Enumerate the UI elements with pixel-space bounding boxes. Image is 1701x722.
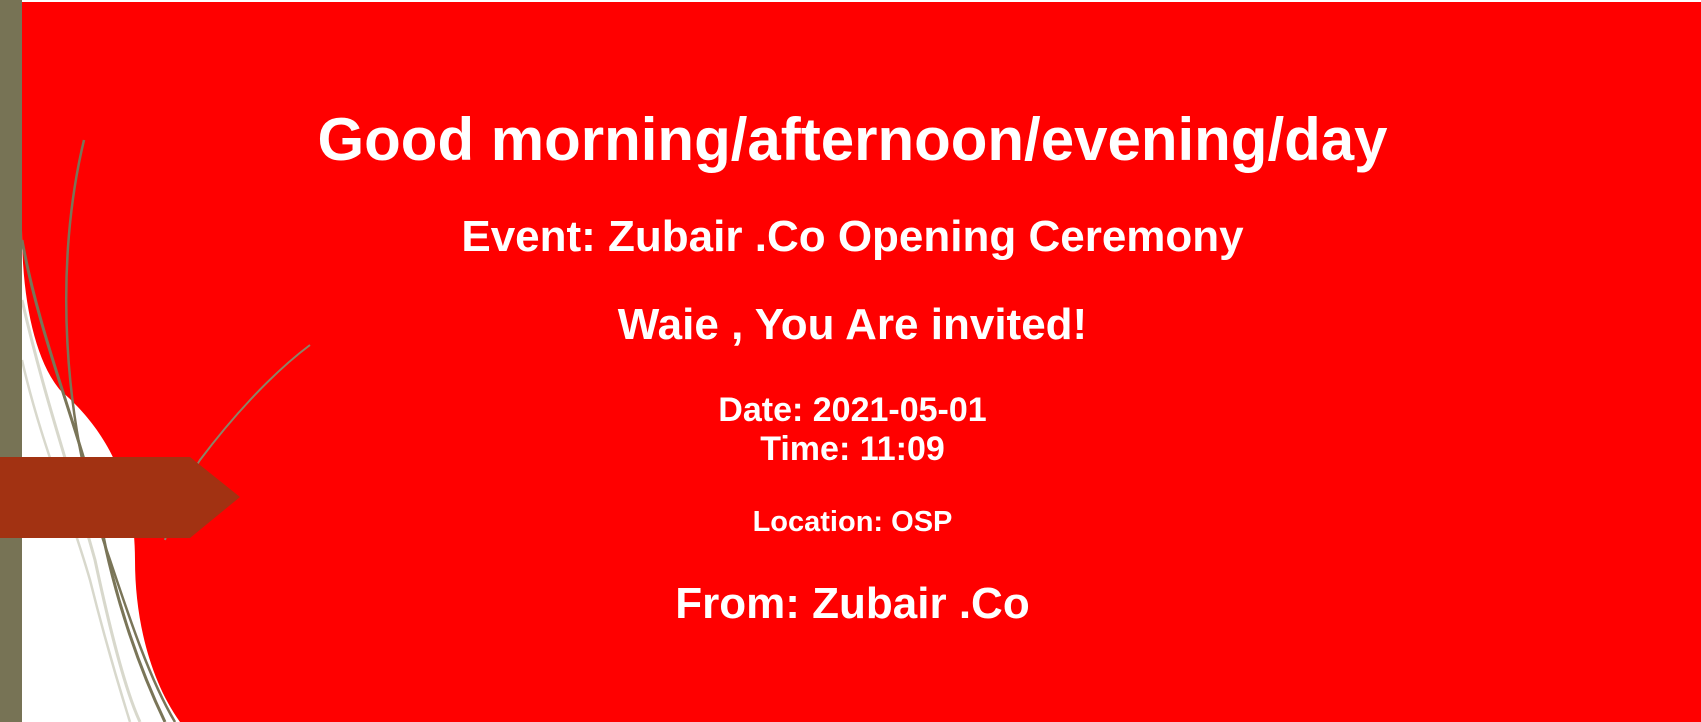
greeting-heading: Good morning/afternoon/evening/day [317,106,1388,173]
event-date: Date: 2021-05-01 [718,391,987,429]
invite-message: Waie , You Are invited! [617,300,1088,349]
invitation-card: Good morning/afternoon/evening/day Event… [0,0,1701,722]
left-sidebar-strip [0,0,22,722]
sender-line: From: Zubair .Co [675,579,1030,628]
event-time: Time: 11:09 [760,430,945,468]
invitation-content: Good morning/afternoon/evening/day Event… [22,0,1683,722]
event-location: Location: OSP [752,506,953,538]
event-title: Event: Zubair .Co Opening Ceremony [461,212,1244,261]
